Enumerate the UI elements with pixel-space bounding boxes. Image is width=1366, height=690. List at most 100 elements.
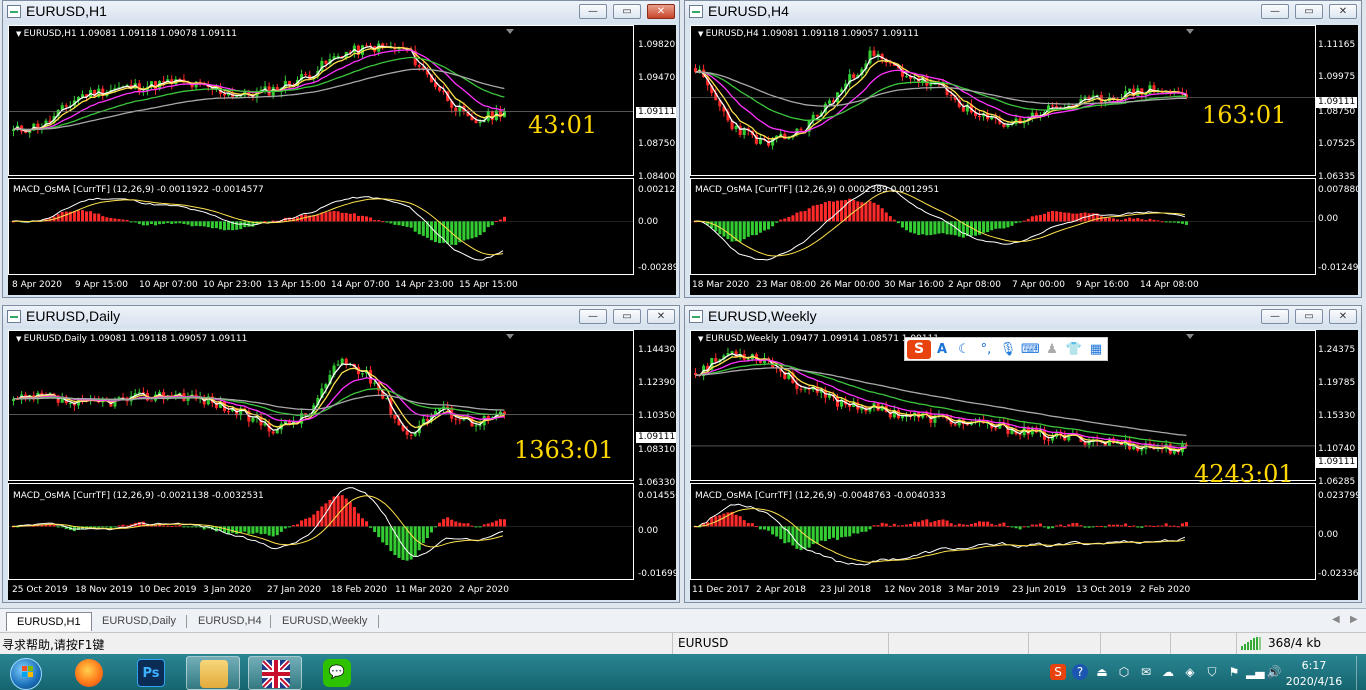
window-titlebar[interactable]: EURUSD,H4 — ▭ ✕ xyxy=(685,1,1361,23)
taskbar-wechat[interactable]: 💬 xyxy=(310,656,364,690)
chart-plot-area[interactable]: EURUSD,H1 1.09081 1.09118 1.09078 1.0911… xyxy=(8,25,676,295)
sogou-logo-icon[interactable]: S xyxy=(907,340,931,359)
taskbar-file-explorer[interactable] xyxy=(186,656,240,690)
show-desktop-button[interactable] xyxy=(1356,656,1366,690)
letter-a-icon[interactable]: A xyxy=(933,341,951,359)
chart-plot-area[interactable]: EURUSD,H4 1.09081 1.09118 1.09057 1.0911… xyxy=(690,25,1358,295)
scroll-shift-marker[interactable] xyxy=(506,29,514,34)
osma-histogram-bar xyxy=(1006,221,1010,228)
close-button[interactable]: ✕ xyxy=(1329,309,1357,324)
osma-histogram-bar xyxy=(312,514,316,527)
chart-plot-area[interactable]: EURUSD,Daily 1.09081 1.09118 1.09057 1.0… xyxy=(8,330,676,600)
tab-eurusd-h1[interactable]: EURUSD,H1 xyxy=(6,612,92,631)
taskbar-photoshop[interactable]: Ps xyxy=(124,656,178,690)
osma-histogram-bar xyxy=(941,221,945,234)
osma-histogram-bar xyxy=(791,215,795,222)
osma-histogram-bar xyxy=(1115,524,1120,527)
tab-eurusd-daily[interactable]: EURUSD,Daily xyxy=(92,612,186,631)
osma-histogram-bar xyxy=(470,221,474,239)
grid-icon[interactable]: ▦ xyxy=(1087,341,1105,359)
price-chart-svg[interactable] xyxy=(8,330,676,600)
shield-tray-icon[interactable]: ⛉ xyxy=(1204,664,1220,680)
cloud-tray-icon[interactable]: ☁ xyxy=(1160,664,1176,680)
window-titlebar[interactable]: EURUSD,Daily — ▭ ✕ xyxy=(3,306,679,328)
wechat-tray-icon[interactable]: ✉ xyxy=(1138,664,1154,680)
osma-histogram-bar xyxy=(1124,523,1128,527)
maximize-button[interactable]: ▭ xyxy=(1295,309,1323,324)
candle-body xyxy=(1006,124,1010,127)
tab-scroll-left-icon[interactable]: ◀ xyxy=(1332,614,1340,625)
start-button[interactable] xyxy=(6,658,46,690)
system-clock[interactable]: 6:17 2020/4/16 xyxy=(1284,658,1344,690)
qq-tray-icon[interactable]: ◈ xyxy=(1182,664,1198,680)
chart-window-daily[interactable]: EURUSD,Daily — ▭ ✕ EURUSD,Daily 1.09081 … xyxy=(2,305,680,603)
osma-histogram-bar xyxy=(913,221,917,234)
minimize-button[interactable]: — xyxy=(579,309,607,324)
maximize-button[interactable]: ▭ xyxy=(613,309,641,324)
osma-histogram-bar xyxy=(880,522,884,527)
minimize-button[interactable]: — xyxy=(1261,4,1289,19)
osma-histogram-bar xyxy=(1038,523,1042,527)
osma-histogram-bar xyxy=(166,525,170,527)
minimize-button[interactable]: — xyxy=(1261,309,1289,324)
osma-histogram-bar xyxy=(1111,218,1115,222)
tab-eurusd-weekly[interactable]: EURUSD,Weekly xyxy=(272,612,377,631)
minimize-button[interactable]: — xyxy=(579,4,607,19)
signal-tray-icon[interactable]: ▂▄ xyxy=(1246,664,1264,680)
usb-tray-icon[interactable]: ⏏ xyxy=(1094,664,1110,680)
osma-histogram-bar xyxy=(1071,523,1075,527)
volume-tray-icon[interactable]: 🔊 xyxy=(1266,664,1282,680)
osma-histogram-bar xyxy=(775,526,779,537)
maximize-button[interactable]: ▭ xyxy=(1295,4,1323,19)
help-tray-icon[interactable]: ? xyxy=(1072,664,1088,680)
tab-eurusd-h4[interactable]: EURUSD,H4 xyxy=(188,612,272,631)
osma-histogram-bar xyxy=(105,526,109,528)
ime-toolbar[interactable]: S A ☾ °, 🎙 ⌨ ♟ 👕 ▦ xyxy=(904,337,1108,361)
keyboard-icon[interactable]: ⌨ xyxy=(1021,341,1040,359)
chart-window-h4[interactable]: EURUSD,H4 — ▭ ✕ EURUSD,H4 1.09081 1.0911… xyxy=(684,0,1362,298)
window-titlebar[interactable]: EURUSD,Weekly — ▭ ✕ xyxy=(685,306,1361,328)
macd-line xyxy=(11,196,504,261)
osma-histogram-bar xyxy=(421,221,425,236)
price-axis-label: 1.14430 xyxy=(638,345,676,355)
osma-histogram-bar xyxy=(929,221,933,236)
osma-histogram-bar xyxy=(978,521,982,527)
osma-histogram-bar xyxy=(486,523,490,527)
osma-histogram-bar xyxy=(1160,525,1164,527)
window-titlebar[interactable]: EURUSD,H1 — ▭ ✕ xyxy=(3,1,679,23)
microphone-icon[interactable]: 🎙 xyxy=(999,341,1017,359)
sogou-tray-icon[interactable]: S xyxy=(1050,664,1066,680)
price-chart-svg[interactable] xyxy=(690,25,1358,295)
tab-scroll-right-icon[interactable]: ▶ xyxy=(1350,614,1358,625)
osma-histogram-bar xyxy=(1014,526,1018,529)
price-chart-svg[interactable] xyxy=(8,25,676,295)
moving-average-line xyxy=(695,69,1187,133)
punctuation-icon[interactable]: °, xyxy=(977,341,995,359)
wechat-icon: 💬 xyxy=(323,659,351,687)
close-button[interactable]: ✕ xyxy=(647,309,675,324)
candle-body xyxy=(852,74,856,79)
taskbar-firefox[interactable] xyxy=(62,656,116,690)
moon-icon[interactable]: ☾ xyxy=(955,341,973,359)
osma-histogram-bar xyxy=(478,526,482,528)
osma-histogram-bar xyxy=(1014,221,1018,224)
user-icon[interactable]: ♟ xyxy=(1043,341,1061,359)
scroll-shift-marker[interactable] xyxy=(1186,29,1194,34)
flag-tray-icon[interactable]: ⚑ xyxy=(1226,664,1242,680)
scroll-shift-marker[interactable] xyxy=(1186,334,1194,339)
taskbar-metatrader[interactable] xyxy=(248,656,302,690)
osma-histogram-bar xyxy=(60,526,64,528)
osma-histogram-bar xyxy=(356,513,360,527)
scroll-shift-marker[interactable] xyxy=(506,334,514,339)
maximize-button[interactable]: ▭ xyxy=(613,4,641,19)
time-axis-label: 23 Mar 08:00 xyxy=(756,280,817,290)
chart-window-h1[interactable]: EURUSD,H1 — ▭ ✕ EURUSD,H1 1.09081 1.0911… xyxy=(2,0,680,298)
chart-plot-area[interactable]: EURUSD,Weekly 1.09477 1.09914 1.08571 1.… xyxy=(690,330,1358,600)
osma-histogram-bar xyxy=(186,221,190,225)
network-box-tray-icon[interactable]: ⬡ xyxy=(1116,664,1132,680)
close-button[interactable]: ✕ xyxy=(647,4,675,19)
shirt-icon[interactable]: 👕 xyxy=(1065,341,1083,359)
firefox-icon xyxy=(75,659,103,687)
close-button[interactable]: ✕ xyxy=(1329,4,1357,19)
osma-histogram-bar xyxy=(89,211,93,222)
